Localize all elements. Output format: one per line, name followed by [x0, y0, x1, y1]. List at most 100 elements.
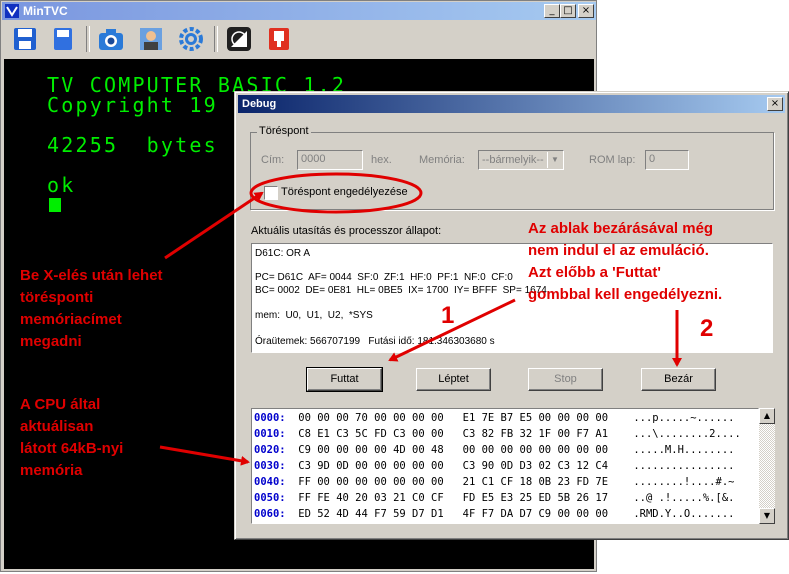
annotation-number-2: 2 [700, 315, 714, 342]
memory-row: 0000: 00 00 00 70 00 00 00 00 E1 7E B7 E… [254, 410, 741, 426]
screenshot-button[interactable] [96, 24, 126, 54]
rom-label: ROM lap: [589, 154, 636, 166]
memory-row: 0040: FF 00 00 00 00 00 00 00 21 C1 CF 1… [254, 474, 741, 490]
step-button[interactable]: Léptet [416, 368, 491, 391]
run-button[interactable]: Futtat [306, 367, 383, 392]
memory-bytes: C8 E1 C3 5C FD C3 00 00 C3 82 FB 32 1F 0… [298, 428, 609, 440]
memory-bytes: FF 00 00 00 00 00 00 00 21 C1 CF 18 0B 2… [298, 476, 609, 488]
toolbar-separator [214, 26, 218, 52]
chevron-down-icon: ▼ [547, 152, 562, 168]
memory-scrollbar[interactable]: ▲ ▼ [759, 408, 775, 524]
memory-bytes: 00 00 00 70 00 00 00 00 E1 7E B7 E5 00 0… [298, 412, 609, 424]
address-input[interactable]: 0000 [297, 150, 363, 170]
annotation-line: Az ablak bezárásával még [528, 220, 714, 237]
annotation-line: aktuálisan [20, 418, 94, 435]
toolbar [2, 20, 596, 58]
hex-label: hex. [371, 154, 392, 166]
memory-row: 0020: C9 00 00 00 00 4D 00 48 00 00 00 0… [254, 442, 741, 458]
memory-dump[interactable]: 0000: 00 00 00 70 00 00 00 00 E1 7E B7 E… [251, 408, 759, 524]
memory-ascii: .RMD.Y..O....... [633, 508, 735, 520]
annotation-line: memória [20, 462, 83, 479]
memory-select-value: --bármelyik-- [482, 154, 544, 166]
memory-row: 0010: C8 E1 C3 5C FD C3 00 00 C3 82 FB 3… [254, 426, 741, 442]
app-icon [5, 4, 19, 18]
memory-address: 0050: [254, 492, 286, 504]
save-icon [14, 28, 36, 50]
contrast-button[interactable] [224, 24, 254, 54]
memory-address: 0040: [254, 476, 286, 488]
state-timing: Óraütemek: 566707199 Futási idő: 181.346… [255, 336, 495, 347]
address-label: Cím: [261, 154, 285, 166]
minimize-button[interactable]: _ [544, 4, 560, 18]
state-registers-1: PC= D61C AF= 0044 SF:0 ZF:1 HF:0 PF:1 NF… [255, 272, 513, 283]
breakpoint-group [250, 132, 774, 210]
scroll-down-button[interactable]: ▼ [759, 508, 775, 524]
floppy-icon [54, 28, 72, 50]
memory-ascii: .....M.H........ [633, 444, 735, 456]
memory-row: 0030: C3 9D 0D 00 00 00 00 00 C3 90 0D D… [254, 458, 741, 474]
enable-breakpoint-label[interactable]: Töréspont engedélyezése [281, 186, 408, 198]
annotation-line: megadni [20, 333, 82, 350]
annotation-line: nem indul el az emuláció. [528, 242, 709, 259]
memory-address: 0020: [254, 444, 286, 456]
annotation-memory-note: A CPU által aktuálisan látott 64kB-nyi m… [20, 394, 123, 482]
close-dialog-button[interactable]: Bezár [641, 368, 716, 391]
contrast-icon [227, 27, 251, 51]
memory-ascii: ..@ .!.....%.[&. [633, 492, 735, 504]
memory-ascii: ...p.....~...... [633, 412, 735, 424]
annotation-breakpoint-note: Be X-elés után lehet törésponti memóriac… [20, 265, 163, 353]
debug-title: Debug [242, 98, 277, 110]
bookmark-button[interactable] [264, 24, 294, 54]
save-as-button[interactable] [48, 24, 78, 54]
memory-bytes: FF FE 40 20 03 21 C0 CF FD E5 E3 25 ED 5… [298, 492, 609, 504]
breakpoint-group-label: Töréspont [257, 125, 311, 137]
memory-row: 0050: FF FE 40 20 03 21 C0 CF FD E5 E3 2… [254, 490, 741, 506]
annotation-line: A CPU által [20, 396, 101, 413]
toolbar-separator [86, 26, 90, 52]
stop-button[interactable]: Stop [528, 368, 603, 391]
annotation-line: gombbal kell engedélyezni. [528, 286, 723, 303]
tv-line-ok: ok [47, 173, 76, 197]
state-registers-2: BC= 0002 DE= 0E81 HL= 0BE5 IX= 1700 IY= … [255, 285, 547, 296]
enable-breakpoint-checkbox[interactable] [264, 186, 278, 200]
memory-rows: 0000: 00 00 00 70 00 00 00 00 E1 7E B7 E… [254, 410, 741, 522]
bookmark-icon [269, 28, 289, 50]
memory-label: Memória: [419, 154, 465, 166]
maximize-button[interactable]: □ [560, 4, 576, 18]
debug-title-bar[interactable]: Debug × [238, 95, 785, 113]
memory-bytes: C9 00 00 00 00 4D 00 48 00 00 00 00 00 0… [298, 444, 609, 456]
profile-icon [140, 28, 162, 50]
annotation-line: memóriacímet [20, 311, 122, 328]
gear-icon [179, 27, 203, 51]
memory-address: 0010: [254, 428, 286, 440]
state-label: Aktuális utasítás és processzor állapot: [251, 225, 442, 237]
annotation-close-note: Az ablak bezárásával még nem indul el az… [528, 218, 722, 306]
state-instruction: D61C: OR A [255, 248, 311, 259]
camera-icon [99, 29, 123, 50]
memory-address: 0000: [254, 412, 286, 424]
main-title-bar[interactable]: MinTVC _ □ × [2, 2, 596, 20]
memory-address: 0030: [254, 460, 286, 472]
tv-line-copyright: Copyright 19 [47, 93, 218, 117]
scroll-up-button[interactable]: ▲ [759, 408, 775, 424]
rom-page-input[interactable]: 0 [645, 150, 689, 170]
main-title: MinTVC [23, 4, 68, 18]
state-memory-map: mem: U0, U1, U2, *SYS [255, 310, 373, 321]
memory-ascii: ...\........2.... [633, 428, 741, 440]
scroll-track[interactable] [759, 424, 775, 508]
memory-ascii: ........!....#.~ [633, 476, 735, 488]
memory-address: 0060: [254, 508, 286, 520]
debug-close-button[interactable]: × [767, 97, 783, 111]
tv-line-bytes: 42255 bytes [47, 133, 218, 157]
memory-select[interactable]: --bármelyik-- ▼ [478, 150, 564, 170]
close-button[interactable]: × [578, 4, 594, 18]
settings-button[interactable] [176, 24, 206, 54]
annotation-number-1: 1 [441, 302, 455, 329]
memory-bytes: C3 9D 0D 00 00 00 00 00 C3 90 0D D3 02 C… [298, 460, 609, 472]
profile-button[interactable] [136, 24, 166, 54]
memory-row: 0060: ED 52 4D 44 F7 59 D7 D1 4F F7 DA D… [254, 506, 741, 522]
tv-cursor [49, 198, 61, 212]
annotation-line: Azt előbb a 'Futtat' [528, 264, 661, 281]
memory-ascii: ................ [633, 460, 735, 472]
save-button[interactable] [10, 24, 40, 54]
